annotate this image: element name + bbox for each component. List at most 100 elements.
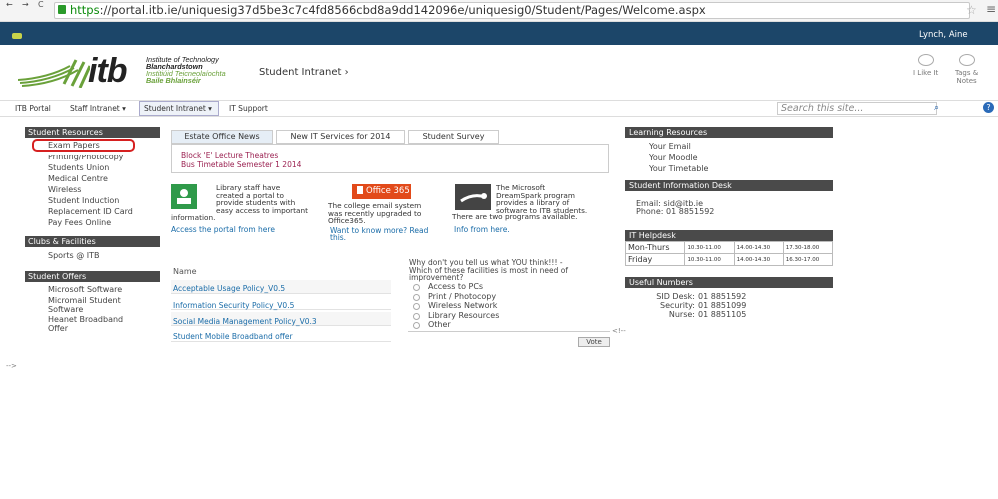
tab-new-it-services[interactable]: New IT Services for 2014 — [276, 130, 405, 144]
breadcrumb[interactable]: Student Intranet › — [259, 67, 349, 78]
nav-micromail[interactable]: Micromail Student — [48, 296, 121, 305]
nav-printing[interactable]: Printing/Photocopy — [48, 155, 123, 161]
survey-radio[interactable] — [413, 313, 420, 320]
link-your-moodle[interactable]: Your Moodle — [649, 153, 698, 162]
forward-icon[interactable]: → — [22, 0, 29, 9]
helpdesk-slot: 17.30-18.00 — [782, 241, 834, 254]
student-resources-heading: Student Resources — [25, 127, 160, 138]
survey-option[interactable]: Other — [428, 320, 451, 329]
url-path: ://portal.itb.ie/uniquesig37d5be3c7c4fd8… — [99, 3, 706, 17]
doc-link[interactable]: Student Mobile Broadband offer — [173, 332, 293, 341]
bookmark-star-icon[interactable]: ☆ — [966, 3, 977, 17]
link-your-email[interactable]: Your Email — [649, 142, 691, 151]
number-label: SID Desk: — [656, 292, 695, 301]
dreamspark-icon — [455, 184, 491, 210]
search-icon[interactable]: ⌕ — [934, 103, 939, 113]
number-label: Security: — [660, 301, 695, 310]
dreamspark-link[interactable]: Info from here. — [454, 225, 510, 234]
tags-label-line2: Notes — [956, 77, 977, 85]
stray-comment-text: <!-- — [612, 327, 626, 335]
nav-student-intranet[interactable]: Student Intranet ▾ — [144, 104, 212, 113]
user-menu[interactable]: Lynch, Aine — [919, 30, 968, 40]
helpdesk-slot: 10.30-11.00 — [684, 241, 735, 254]
learning-resources-heading: Learning Resources — [625, 127, 833, 138]
itb-logo-text[interactable]: itb — [88, 52, 128, 91]
news-item[interactable]: Block 'E' Lecture Theatres — [181, 151, 278, 160]
tags-notes-button[interactable]: Tags & Notes — [955, 54, 978, 85]
news-item[interactable]: Bus Timetable Semester 1 2014 — [181, 160, 301, 169]
dreamspark-text-5: There are two programs available. — [452, 212, 578, 221]
office365-blurb: The college email system was recently up… — [328, 202, 421, 225]
survey-radio[interactable] — [413, 294, 420, 301]
survey-radio[interactable] — [413, 303, 420, 310]
nav-heanet[interactable]: Heanet Broadband — [48, 315, 123, 324]
dreamspark-blurb: The Microsoft DreamSpark program provide… — [496, 184, 587, 214]
survey-question-3: improvement? — [409, 273, 464, 282]
survey-option[interactable]: Access to PCs — [428, 282, 483, 291]
i-like-it-label: I Like It — [913, 69, 939, 77]
docs-column-header[interactable]: Name — [173, 267, 197, 276]
office365-label: Office 365 — [366, 186, 410, 196]
helpdesk-slot: 14.00-14.30 — [733, 253, 784, 266]
desk-phone: Phone: 01 8851592 — [636, 207, 715, 216]
library-portal-link[interactable]: Access the portal from here — [171, 225, 275, 234]
nav-heanet-line2[interactable]: Offer — [48, 324, 68, 333]
nav-micromail-line2[interactable]: Software — [48, 305, 83, 314]
library-text-5: information. — [171, 213, 216, 222]
reload-icon[interactable]: C — [38, 0, 44, 9]
doc-link[interactable]: Acceptable Usage Policy_V0.5 — [173, 284, 285, 293]
i-like-it-button[interactable]: I Like It — [913, 54, 938, 77]
vote-button[interactable]: Vote — [578, 337, 610, 347]
back-icon[interactable]: ← — [6, 0, 13, 9]
nav-students-union[interactable]: Students Union — [48, 163, 109, 172]
nav-medical-centre[interactable]: Medical Centre — [48, 174, 108, 183]
nav-replacement-id[interactable]: Replacement ID Card — [48, 207, 133, 216]
number-value: 01 8851592 — [698, 292, 747, 301]
lock-icon — [58, 5, 66, 14]
help-icon[interactable]: ? — [983, 102, 994, 113]
office365-banner[interactable]: Office 365 — [352, 184, 411, 199]
nav-itb-portal[interactable]: ITB Portal — [15, 104, 51, 113]
doc-link[interactable]: Social Media Management Policy_V0.3 — [173, 317, 317, 326]
helpdesk-day: Mon-Thurs — [624, 241, 686, 254]
helpdesk-slot: 16.30-17.00 — [782, 253, 834, 266]
stray-comment-end: --> — [6, 362, 17, 370]
useful-numbers-heading: Useful Numbers — [625, 277, 833, 288]
tab-student-survey[interactable]: Student Survey — [408, 130, 499, 144]
nav-staff-intranet[interactable]: Staff Intranet ▾ — [70, 104, 126, 113]
survey-radio[interactable] — [413, 322, 420, 329]
helpdesk-day: Friday — [624, 253, 686, 266]
link-your-timetable[interactable]: Your Timetable — [649, 164, 708, 173]
clubs-heading: Clubs & Facilities — [25, 236, 160, 247]
url-text[interactable]: https://portal.itb.ie/uniquesig37d5be3c7… — [70, 3, 706, 17]
survey-divider — [408, 331, 610, 332]
nav-pay-fees[interactable]: Pay Fees Online — [48, 218, 111, 227]
nav-microsoft-software[interactable]: Microsoft Software — [48, 285, 122, 294]
student-offers-heading: Student Offers — [25, 271, 160, 282]
sharepoint-icon[interactable] — [12, 33, 22, 39]
tag-icon — [958, 54, 975, 66]
office365-link-2[interactable]: this. — [330, 233, 346, 242]
helpdesk-table: Mon-Thurs 10.30-11.00 14.00-14.30 17.30-… — [624, 241, 834, 266]
number-label: Nurse: — [668, 310, 695, 319]
survey-option[interactable]: Print / Photocopy — [428, 292, 496, 301]
tab-estate-office-news[interactable]: Estate Office News — [171, 130, 273, 144]
suite-bar — [0, 22, 998, 45]
nav-sports[interactable]: Sports @ ITB — [48, 251, 99, 260]
office-text-3: Office365. — [328, 216, 366, 225]
number-value: 01 8851099 — [698, 301, 747, 310]
survey-radio[interactable] — [413, 284, 420, 291]
helpdesk-slot: 14.00-14.30 — [733, 241, 784, 254]
number-value: 01 8851105 — [698, 310, 747, 319]
survey-question: Why don't you tell us what YOU think!!! … — [409, 259, 568, 282]
nav-it-support[interactable]: IT Support — [229, 104, 268, 113]
nav-wireless[interactable]: Wireless — [48, 185, 81, 194]
institute-name-irish2: Baile Bhlainséir — [146, 76, 201, 85]
survey-option[interactable]: Wireless Network — [428, 301, 497, 310]
exam-papers-highlight — [32, 139, 135, 152]
library-text-4: easy access to important — [216, 205, 309, 215]
survey-option[interactable]: Library Resources — [428, 311, 499, 320]
nav-student-induction[interactable]: Student Induction — [48, 196, 119, 205]
browser-menu-icon[interactable]: ≡ — [986, 2, 996, 16]
doc-link[interactable]: Information Security Policy_V0.5 — [173, 301, 294, 310]
